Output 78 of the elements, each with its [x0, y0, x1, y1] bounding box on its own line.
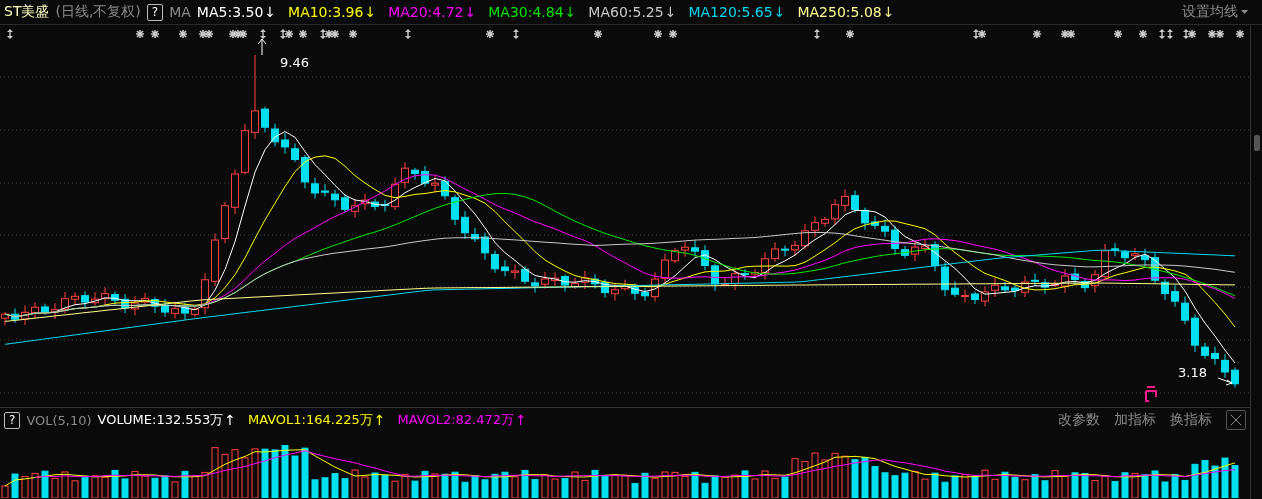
updown-arrow-icon[interactable]	[405, 29, 411, 39]
asterisk-icon[interactable]	[204, 29, 214, 39]
updown-arrow-icon[interactable]	[814, 29, 820, 39]
asterisk-icon[interactable]	[298, 29, 308, 39]
leader-line	[257, 38, 267, 56]
asterisk-icon[interactable]	[135, 29, 145, 39]
asterisk-icon[interactable]	[228, 29, 238, 39]
help-button[interactable]: ?	[4, 411, 21, 429]
leader-line	[1217, 377, 1233, 386]
asterisk-icon[interactable]	[593, 29, 603, 39]
volume-value: MAVOL2:82.472万	[397, 411, 515, 429]
ma-value: MA20:4.72	[388, 4, 464, 20]
caret-icon	[1241, 10, 1248, 14]
trend-arrow: ↓	[882, 4, 895, 20]
indicator-name: MA	[169, 4, 191, 20]
asterisk-icon[interactable]	[348, 29, 358, 39]
volume-value: MAVOL1:164.225万	[247, 411, 373, 429]
updown-arrow-icon[interactable]	[7, 29, 13, 39]
indicator-button[interactable]: 加指标	[1110, 411, 1160, 429]
asterisk-icon[interactable]	[1215, 29, 1225, 39]
asterisk-icon[interactable]	[198, 29, 208, 39]
ma-value: MA30:4.84	[488, 4, 564, 20]
volume-value: VOLUME:132.553万	[97, 411, 224, 429]
asterisk-icon[interactable]	[1066, 29, 1076, 39]
updown-arrow-icon[interactable]	[1167, 29, 1173, 39]
trend-arrow: ↓	[364, 4, 377, 20]
asterisk-icon[interactable]	[485, 29, 495, 39]
marker-icon	[1145, 386, 1157, 402]
asterisk-icon[interactable]	[1235, 29, 1245, 39]
trend-arrow: ↓	[564, 4, 577, 20]
trend-arrow: ↑	[373, 412, 386, 428]
asterisk-icon[interactable]	[1113, 29, 1123, 39]
updown-arrow-icon[interactable]	[280, 29, 286, 39]
asterisk-icon[interactable]	[845, 29, 855, 39]
high-price-label: 9.46	[280, 55, 309, 70]
updown-arrow-icon[interactable]	[513, 29, 519, 39]
asterisk-icon[interactable]	[1060, 29, 1070, 39]
indicator-name: VOL(5,10)	[26, 412, 92, 428]
trend-arrow: ↓	[773, 4, 786, 20]
scrollbar-thumb[interactable]	[1253, 135, 1260, 151]
help-button[interactable]: ?	[146, 3, 164, 21]
close-button[interactable]	[1226, 410, 1246, 430]
ma-value: MA250:5.08	[797, 4, 882, 20]
updown-arrow-icon[interactable]	[973, 29, 979, 39]
asterisk-icon[interactable]	[238, 29, 248, 39]
asterisk-icon[interactable]	[1032, 29, 1042, 39]
settings-menu[interactable]: 设置均线	[1182, 3, 1248, 21]
updown-arrow-icon[interactable]	[1159, 29, 1165, 39]
ma-value: MA10:3.96	[288, 4, 364, 20]
asterisk-icon[interactable]	[324, 29, 334, 39]
asterisk-icon[interactable]	[150, 29, 160, 39]
updown-arrow-icon[interactable]	[260, 29, 266, 39]
asterisk-icon[interactable]	[178, 29, 188, 39]
ma-value: MA60:5.25	[588, 4, 664, 20]
asterisk-icon[interactable]	[1138, 29, 1148, 39]
asterisk-icon[interactable]	[653, 29, 663, 39]
low-price-label: 3.18	[1178, 365, 1207, 380]
asterisk-icon[interactable]	[330, 29, 340, 39]
updown-arrow-icon[interactable]	[320, 29, 326, 39]
indicator-button[interactable]: 改参数	[1054, 411, 1104, 429]
asterisk-icon[interactable]	[233, 29, 243, 39]
stock-name: ST美盛	[4, 3, 50, 21]
trend-arrow: ↓	[464, 4, 477, 20]
asterisk-icon[interactable]	[284, 29, 294, 39]
asterisk-icon[interactable]	[668, 29, 678, 39]
updown-arrow-icon[interactable]	[1183, 29, 1189, 39]
trend-arrow: ↓	[664, 4, 677, 20]
ma-value: MA5:3.50	[196, 4, 264, 20]
asterisk-icon[interactable]	[1207, 29, 1217, 39]
close-icon	[1230, 414, 1242, 426]
indicator-button[interactable]: 换指标	[1166, 411, 1216, 429]
trend-arrow: ↓	[264, 4, 277, 20]
ma-value: MA120:5.65	[688, 4, 773, 20]
asterisk-icon[interactable]	[1187, 29, 1197, 39]
asterisk-icon[interactable]	[977, 29, 987, 39]
trend-arrow: ↑	[515, 412, 527, 428]
trend-arrow: ↑	[224, 412, 236, 428]
period-label: (日线,不复权)	[55, 3, 141, 21]
